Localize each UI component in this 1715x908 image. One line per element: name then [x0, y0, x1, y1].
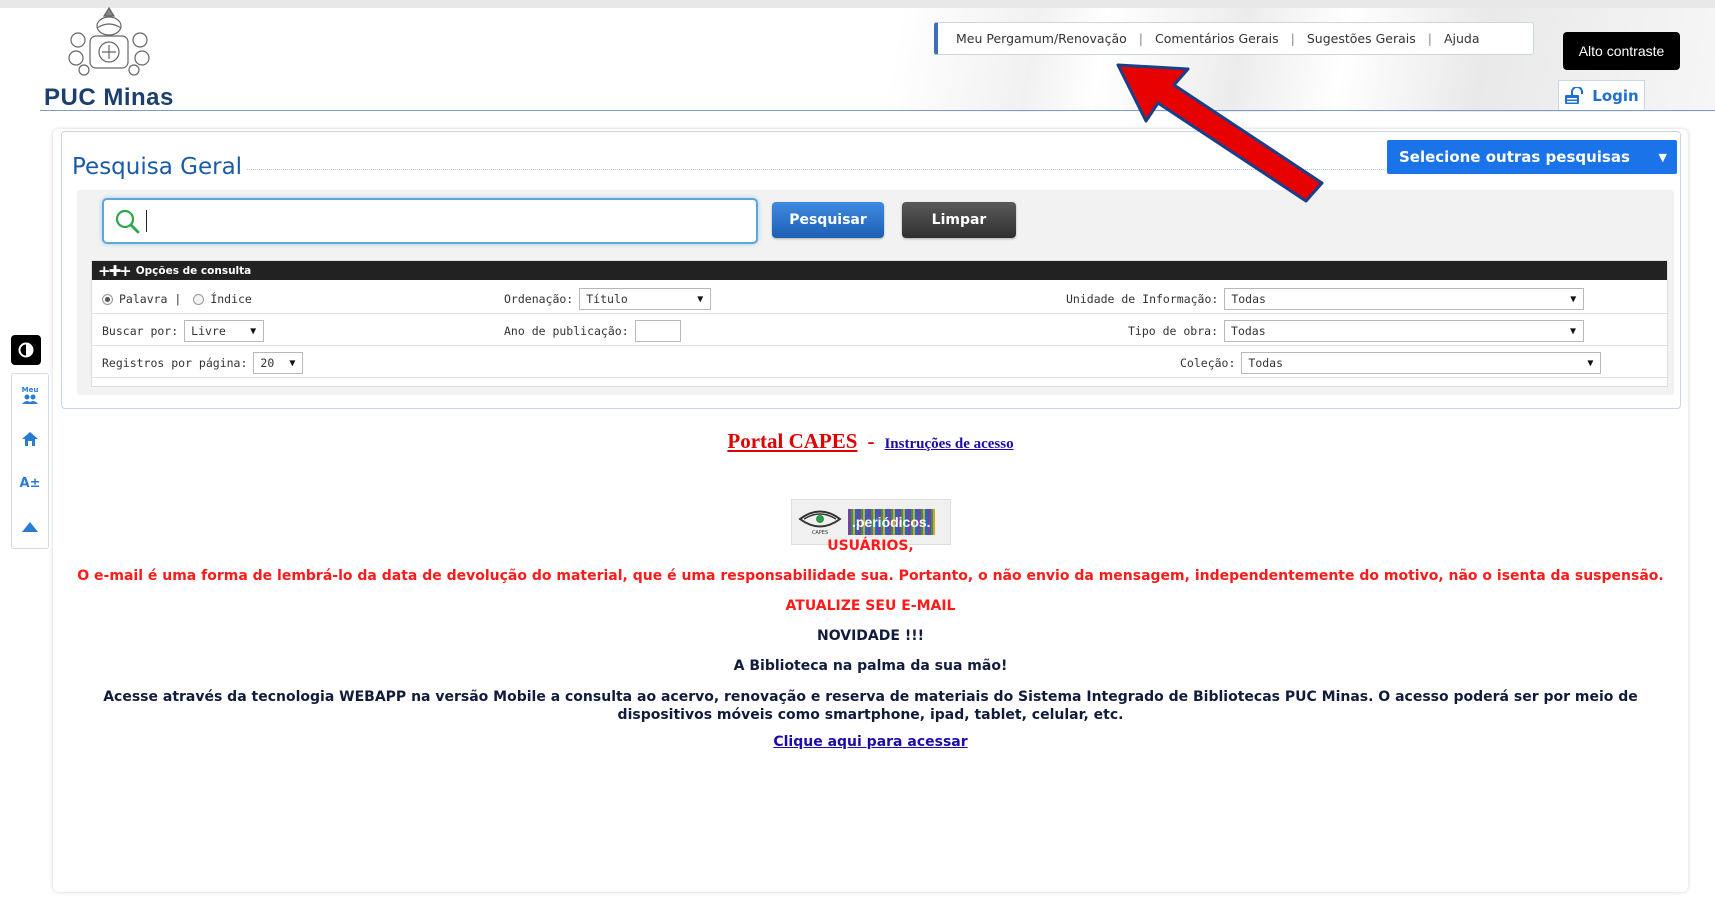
other-searches-dropdown[interactable]: Selecione outras pesquisas ▼ — [1387, 140, 1677, 174]
access-link-line: Clique aqui para acessar — [53, 734, 1688, 750]
radio-indice[interactable] — [193, 293, 205, 305]
chevron-down-icon: ▼ — [697, 293, 704, 305]
options-row: Registros por página: 20 ▼ Coleção: Toda… — [92, 346, 1667, 378]
nav-separator: | — [1138, 31, 1143, 46]
work-type-label: Tipo de obra: — [1128, 324, 1219, 338]
text-cursor — [146, 210, 147, 232]
per-page-label: Registros por página: — [102, 356, 248, 370]
search-button[interactable]: Pesquisar — [772, 202, 884, 238]
high-contrast-button[interactable]: Alto contraste — [1563, 32, 1680, 70]
click-here-link[interactable]: Clique aqui para acessar — [773, 734, 967, 750]
search-area: Pesquisar Limpar +✚+ Opções de consulta … — [77, 190, 1674, 395]
unit-value: Todas — [1231, 292, 1266, 306]
radio-indice-label: Índice — [210, 292, 252, 306]
novelty-heading: NOVIDADE !!! — [817, 628, 924, 644]
access-instructions-link[interactable]: Instruções de acesso — [884, 436, 1013, 452]
font-size-button[interactable]: A± — [17, 470, 43, 496]
home-icon — [22, 432, 38, 446]
sort-value: Título — [586, 292, 628, 306]
options-title: Opções de consulta — [135, 264, 252, 277]
page-title: Pesquisa Geral — [72, 154, 247, 180]
unit-label: Unidade de Informação: — [1066, 292, 1219, 306]
eye-logo-icon — [798, 510, 842, 528]
contrast-toggle-button[interactable] — [11, 335, 41, 365]
separator-dash: - — [867, 429, 875, 453]
users-icon — [22, 394, 38, 404]
meu-pergamum-shortcut[interactable]: Meu — [17, 382, 43, 408]
radio-palavra[interactable] — [102, 293, 113, 305]
contrast-icon — [18, 342, 34, 358]
portal-capes-link[interactable]: Portal CAPES — [727, 429, 857, 453]
nav-separator: | — [1290, 31, 1295, 46]
crest-icon — [68, 6, 150, 76]
chevron-down-icon: ▼ — [1570, 293, 1577, 305]
annotation-arrow-icon — [1116, 63, 1324, 203]
nav-separator: | — [1427, 31, 1432, 46]
clear-button[interactable]: Limpar — [902, 202, 1016, 238]
pub-year-input[interactable] — [634, 320, 681, 342]
chevron-down-icon: ▼ — [1658, 150, 1667, 164]
logo-text: PUC Minas — [44, 84, 174, 111]
chevron-down-icon: ▼ — [250, 325, 257, 337]
search-input[interactable] — [102, 198, 758, 244]
search-by-select[interactable]: Livre ▼ — [184, 320, 265, 342]
capes-label: CAPES — [811, 530, 829, 536]
home-button[interactable] — [17, 426, 43, 452]
search-panel: Pesquisa Geral Selecione outras pesquisa… — [61, 131, 1681, 409]
chevron-down-icon: ▼ — [1587, 357, 1594, 369]
portal-capes-line: Portal CAPES - Instruções de acesso — [53, 429, 1688, 454]
options-toggle[interactable]: +✚+ Opções de consulta — [92, 261, 1667, 280]
search-by-label: Buscar por: — [102, 324, 179, 338]
nav-meu-pergamum[interactable]: Meu Pergamum/Renovação — [956, 31, 1127, 46]
webapp-text: Acesse através da tecnologia WEBAPP na v… — [103, 689, 1638, 723]
search-icon — [115, 209, 140, 234]
sort-label: Ordenação: — [504, 292, 574, 306]
nav-sugestoes-gerais[interactable]: Sugestões Gerais — [1307, 31, 1416, 46]
triangle-up-icon — [22, 522, 38, 532]
update-email-notice: ATUALIZE SEU E-MAIL — [785, 598, 956, 614]
login-label: Login — [1592, 86, 1639, 105]
sort-select[interactable]: Título ▼ — [579, 288, 712, 310]
header-divider — [40, 110, 1715, 111]
other-searches-label: Selecione outras pesquisas — [1399, 148, 1630, 166]
search-by-value: Livre — [191, 324, 226, 338]
periodicos-label: .periódicos. — [848, 509, 935, 535]
login-button[interactable]: Login — [1558, 80, 1645, 110]
unit-select[interactable]: Todas ▼ — [1224, 288, 1585, 310]
nav-ajuda[interactable]: Ajuda — [1444, 31, 1480, 46]
unlock-icon — [1565, 86, 1584, 104]
radio-palavra-label: Palavra | — [119, 292, 182, 306]
library-hand-text: A Biblioteca na palma da sua mão! — [733, 658, 1008, 674]
scroll-top-button[interactable] — [17, 514, 43, 540]
per-page-value: 20 — [260, 356, 275, 370]
options-row: Palavra | Índice Ordenação: Título ▼ Uni… — [92, 282, 1667, 314]
per-page-select[interactable]: 20 ▼ — [253, 352, 304, 374]
nav-comentarios-gerais[interactable]: Comentários Gerais — [1155, 31, 1279, 46]
search-options: +✚+ Opções de consulta Palavra | Índice … — [91, 260, 1668, 387]
chevron-down-icon: ▼ — [289, 357, 296, 369]
email-notice: O e-mail é uma forma de lembrá-lo da dat… — [77, 568, 1664, 584]
top-navigation: Meu Pergamum/Renovação | Comentários Ger… — [934, 22, 1534, 55]
chevron-down-icon: ▼ — [1569, 325, 1577, 337]
collection-select[interactable]: Todas ▼ — [1241, 352, 1602, 374]
page-header — [0, 0, 1715, 112]
collection-value: Todas — [1248, 356, 1284, 370]
tool-panel: Meu A± — [11, 373, 49, 549]
users-heading: USUÁRIOS, — [827, 538, 914, 554]
capes-mark: CAPES — [798, 508, 842, 536]
work-type-select[interactable]: Todas ▼ — [1224, 320, 1585, 342]
collection-label: Coleção: — [1180, 356, 1236, 370]
pub-year-label: Ano de publicação: — [504, 324, 629, 338]
meu-label: Meu — [21, 386, 39, 394]
work-type-value: Todas — [1231, 324, 1266, 338]
options-row: Buscar por: Livre ▼ Ano de publicação: T… — [92, 314, 1667, 346]
expand-icon: +✚+ — [98, 261, 132, 280]
accessibility-toolbar: Meu A± — [11, 335, 49, 549]
puc-minas-logo[interactable]: PUC Minas — [44, 6, 174, 111]
main-card: Pesquisa Geral Selecione outras pesquisa… — [53, 129, 1688, 892]
